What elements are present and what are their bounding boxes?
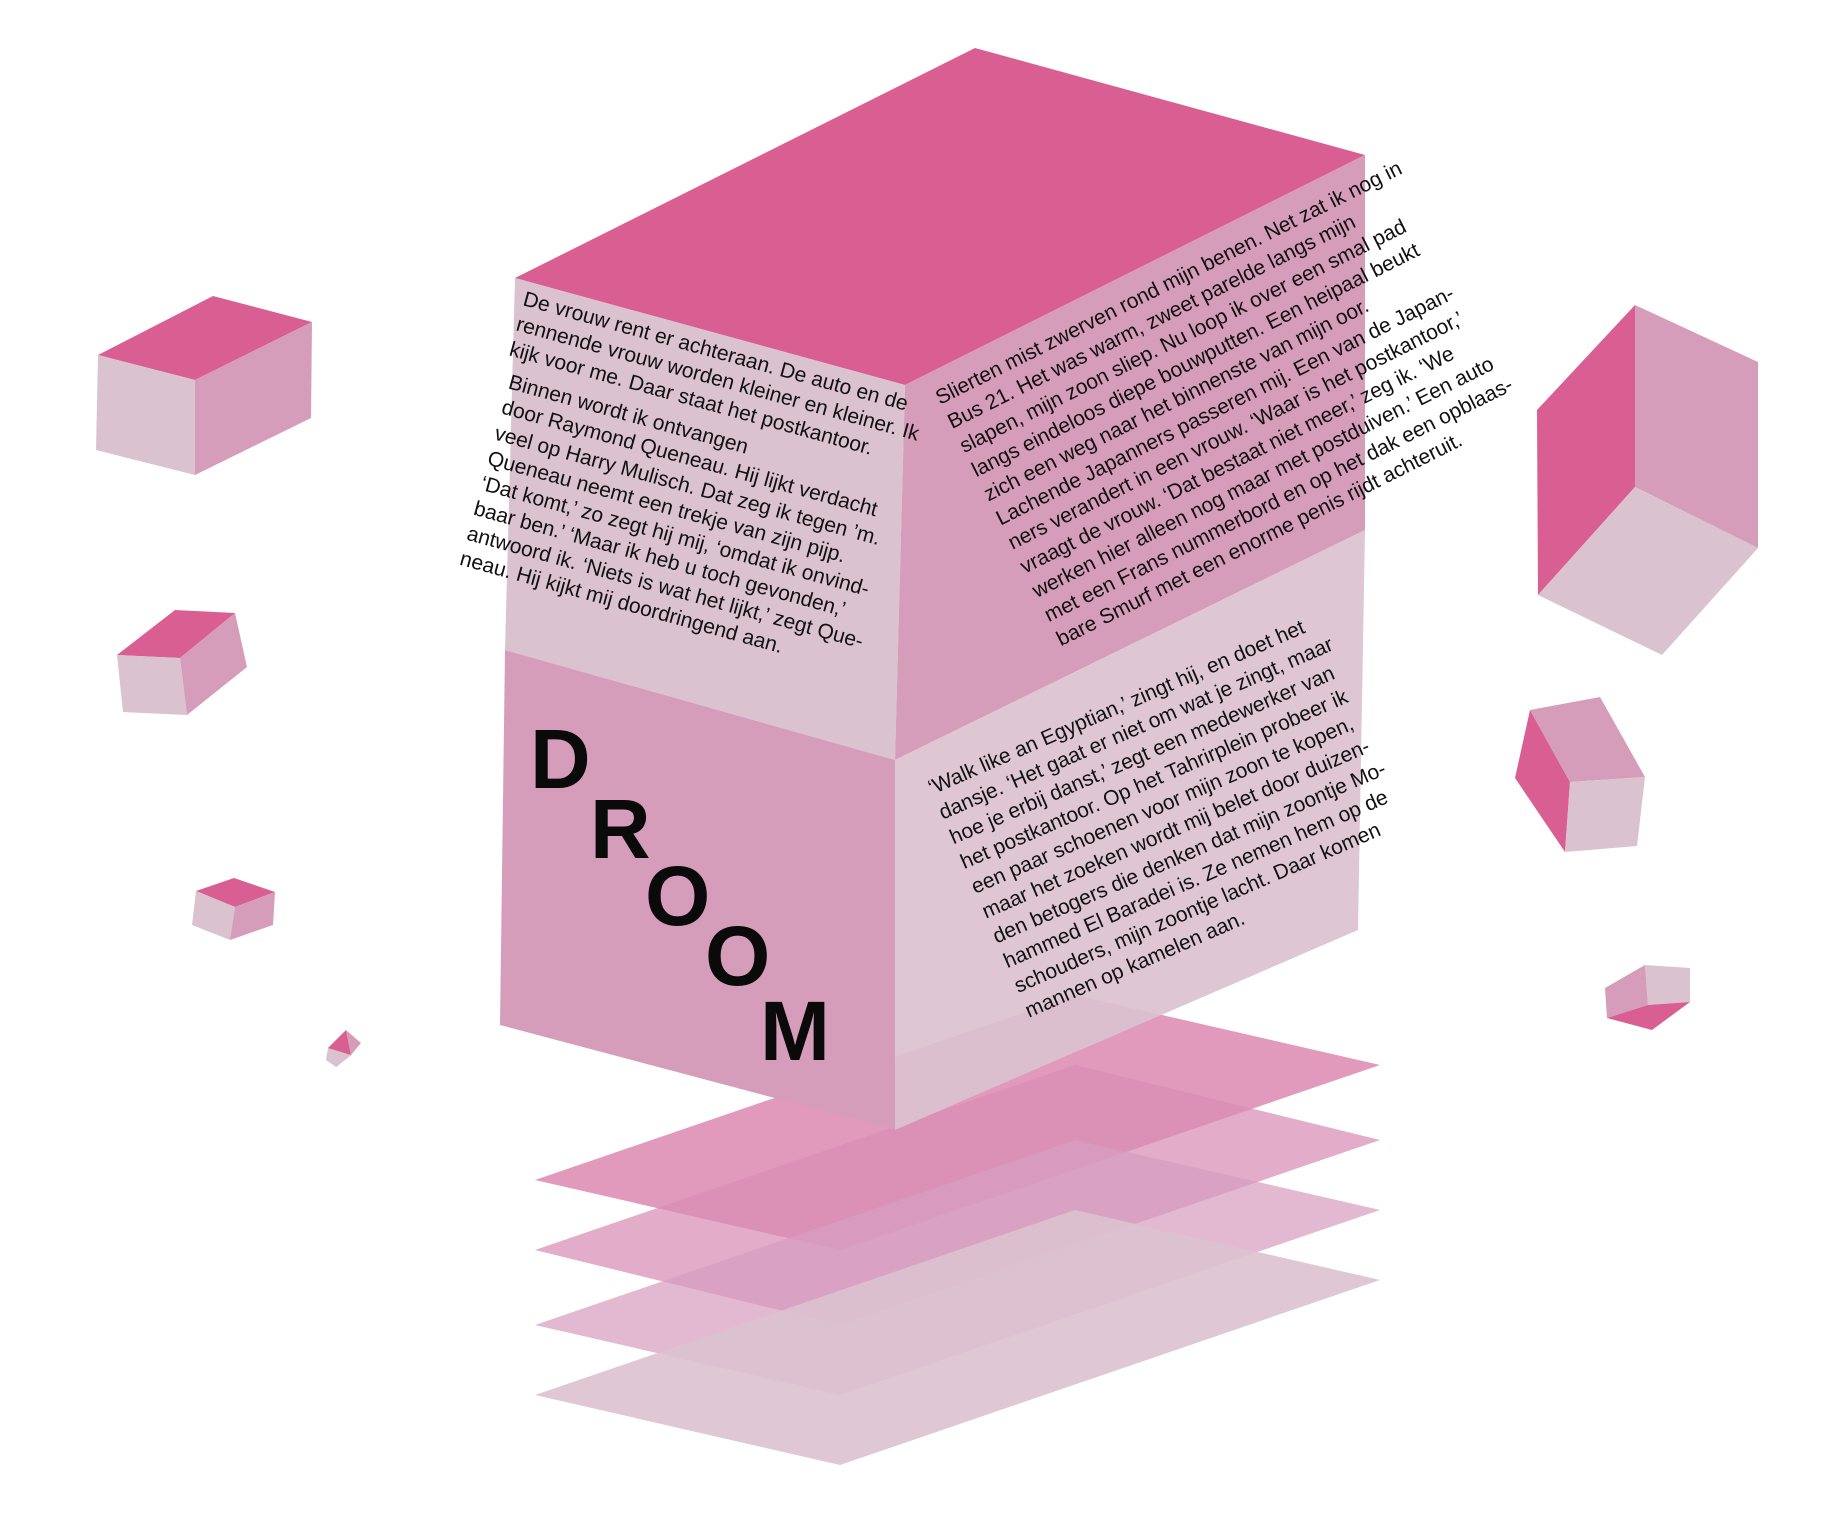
title-letter-d: D — [530, 712, 591, 806]
cube-left-medium — [117, 610, 247, 715]
cube-face-front — [1565, 777, 1645, 852]
droom-illustration: De vrouw rent er achteraan. De auto en d… — [96, 48, 1758, 1465]
cube-left-large — [96, 296, 312, 475]
cube-left-tiny — [326, 1030, 361, 1067]
cube-left-small — [192, 878, 275, 940]
cube-face-left — [117, 655, 187, 715]
title-letter-o1: O — [645, 849, 710, 943]
title-letter-r: R — [590, 782, 651, 876]
cube-right-small — [1605, 965, 1690, 1030]
cube-face-right — [1645, 965, 1690, 1005]
cube-right-medium — [1515, 697, 1645, 852]
title-letter-m: M — [760, 984, 830, 1078]
cube-right-large — [1537, 305, 1758, 655]
